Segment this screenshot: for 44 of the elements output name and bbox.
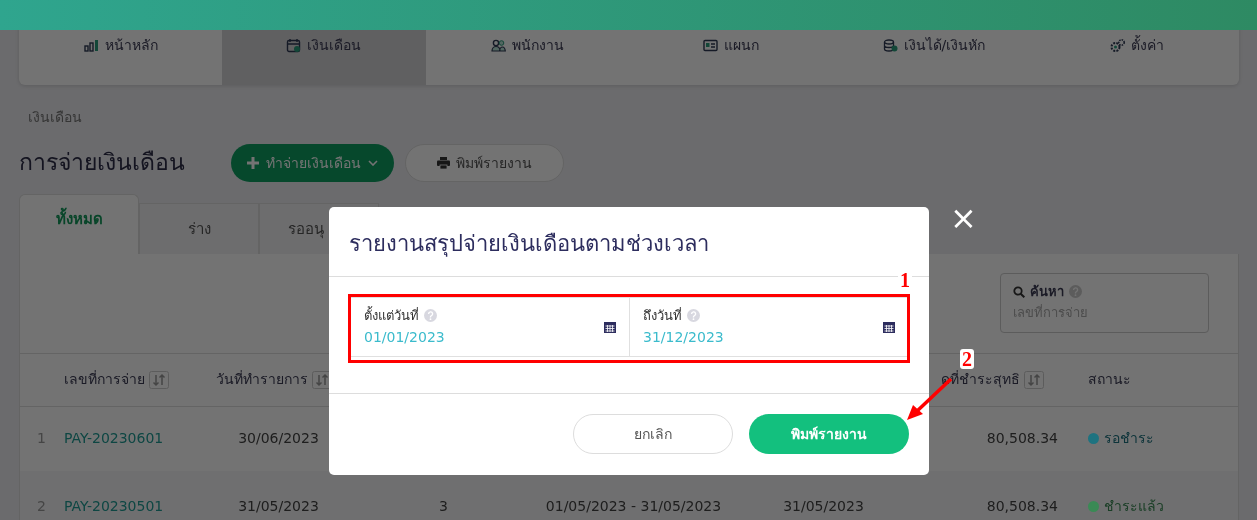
table-cell: 3	[439, 497, 448, 514]
date-value: 31/12/2023	[643, 328, 724, 348]
payment-link[interactable]: PAY-20230601	[64, 430, 164, 447]
id-card-icon	[702, 37, 718, 53]
page-title: การจ่ายเงินเดือน	[19, 149, 185, 177]
calendar-icon	[883, 321, 895, 333]
table-cell: 31/05/2023	[238, 497, 319, 514]
gears-icon	[1110, 37, 1126, 53]
bar-chart-icon	[83, 37, 99, 53]
status-label: ชำระแล้ว	[1104, 497, 1164, 514]
printer-icon	[437, 157, 450, 169]
status-label: รอชำระ	[1104, 430, 1154, 447]
date-value: 01/01/2023	[364, 328, 445, 348]
column-header: เลขที่การจ่าย	[64, 371, 145, 388]
field-label: ตั้งแต่วันที่	[364, 305, 419, 325]
people-icon	[490, 37, 506, 53]
help-icon	[424, 309, 437, 322]
column-header: วันที่ทำรายการ	[216, 371, 308, 388]
table-cell: 31/05/2023	[783, 497, 864, 514]
table-cell: 30/06/2023	[238, 430, 319, 447]
print-report-button[interactable]: พิมพ์รายงาน	[405, 144, 564, 182]
create-payroll-button[interactable]: ทำจ่ายเงินเดือน	[231, 144, 394, 182]
chevron-down-icon	[368, 160, 378, 166]
cancel-button[interactable]: ยกเลิก	[573, 414, 733, 454]
calendar-icon	[604, 321, 616, 333]
calendar-icon	[286, 37, 302, 53]
field-label: ถึงวันที่	[643, 306, 682, 325]
status-tab[interactable]: ทั้งหมด	[19, 194, 139, 254]
coins-icon	[882, 37, 898, 53]
status-tab[interactable]: ร่าง	[139, 203, 259, 254]
breadcrumb[interactable]: เงินเดือน	[28, 107, 82, 128]
table-cell: 01/05/2023 - 31/05/2023	[545, 497, 722, 514]
search-label: ค้นหา	[1030, 283, 1064, 301]
search-icon	[1013, 285, 1025, 298]
sort-icon[interactable]	[312, 371, 332, 390]
print-button[interactable]: พิมพ์รายงาน	[749, 414, 909, 454]
annotation-number: 2	[960, 349, 974, 369]
column-header: ดที่ชำระสุทธิ	[941, 371, 1020, 388]
close-button[interactable]: ×	[946, 202, 981, 234]
plus-icon	[247, 157, 259, 169]
table-cell: 80,508.34	[986, 430, 1058, 447]
help-icon	[687, 309, 700, 322]
table-cell: 80,508.34	[986, 497, 1058, 514]
column-header: สถานะ	[1088, 371, 1131, 388]
